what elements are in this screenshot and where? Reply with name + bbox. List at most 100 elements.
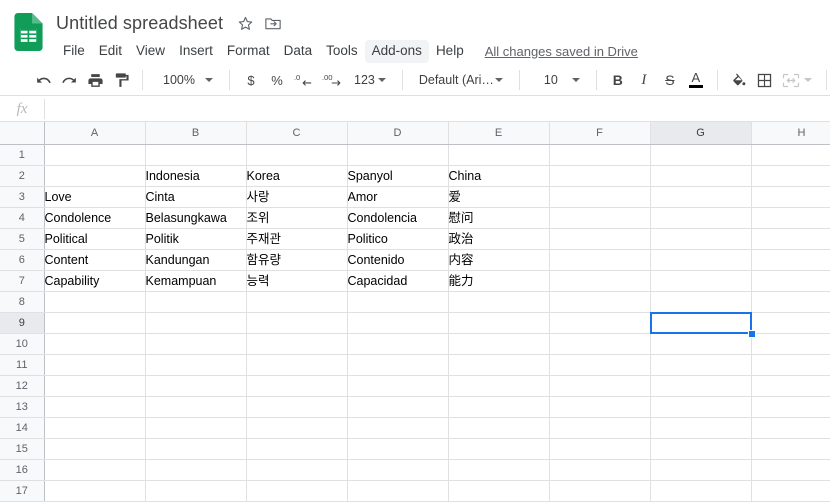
row-header-9[interactable]: 9 [0, 312, 44, 333]
cell-G8[interactable] [650, 291, 751, 312]
cell-G9[interactable] [650, 312, 751, 333]
cell-H10[interactable] [751, 333, 830, 354]
cell-A16[interactable] [44, 459, 145, 480]
cell-D2[interactable]: Spanyol [347, 165, 448, 186]
move-to-folder-icon[interactable] [261, 11, 285, 35]
cell-C5[interactable]: 주재관 [246, 228, 347, 249]
bold-button[interactable]: B [605, 67, 631, 93]
cell-D1[interactable] [347, 144, 448, 165]
text-color-button[interactable]: A [683, 67, 709, 93]
merge-cells-icon[interactable] [778, 67, 804, 93]
cell-D14[interactable] [347, 417, 448, 438]
zoom-select[interactable]: 100% [151, 67, 221, 93]
cell-C17[interactable] [246, 480, 347, 501]
cell-B9[interactable] [145, 312, 246, 333]
cell-A7[interactable]: Capability [44, 270, 145, 291]
cell-A8[interactable] [44, 291, 145, 312]
column-header-g[interactable]: G [650, 122, 751, 144]
cell-F1[interactable] [549, 144, 650, 165]
cell-A9[interactable] [44, 312, 145, 333]
cell-D16[interactable] [347, 459, 448, 480]
cell-F3[interactable] [549, 186, 650, 207]
row-header-10[interactable]: 10 [0, 333, 44, 354]
cell-B16[interactable] [145, 459, 246, 480]
cell-H5[interactable] [751, 228, 830, 249]
font-size-select[interactable]: 10 [528, 67, 588, 93]
cell-E3[interactable]: 爱 [448, 186, 549, 207]
fill-handle[interactable] [748, 330, 756, 338]
cell-H8[interactable] [751, 291, 830, 312]
cell-H1[interactable] [751, 144, 830, 165]
percent-format-button[interactable]: % [264, 67, 290, 93]
cell-E15[interactable] [448, 438, 549, 459]
cell-H4[interactable] [751, 207, 830, 228]
menu-item-edit[interactable]: Edit [92, 40, 129, 63]
cell-G14[interactable] [650, 417, 751, 438]
merge-cells-dropdown[interactable] [804, 67, 818, 93]
cell-A4[interactable]: Condolence [44, 207, 145, 228]
row-header-2[interactable]: 2 [0, 165, 44, 186]
cell-B17[interactable] [145, 480, 246, 501]
cell-G1[interactable] [650, 144, 751, 165]
cell-G17[interactable] [650, 480, 751, 501]
cell-H2[interactable] [751, 165, 830, 186]
cell-G3[interactable] [650, 186, 751, 207]
menu-item-file[interactable]: File [56, 40, 92, 63]
cell-E8[interactable] [448, 291, 549, 312]
formula-input[interactable] [45, 96, 830, 122]
cell-A15[interactable] [44, 438, 145, 459]
cell-G16[interactable] [650, 459, 751, 480]
cell-C2[interactable]: Korea [246, 165, 347, 186]
cell-D8[interactable] [347, 291, 448, 312]
row-header-17[interactable]: 17 [0, 480, 44, 501]
row-header-16[interactable]: 16 [0, 459, 44, 480]
cell-B6[interactable]: Kandungan [145, 249, 246, 270]
cell-C9[interactable] [246, 312, 347, 333]
italic-button[interactable]: I [631, 67, 657, 93]
cell-D4[interactable]: Condolencia [347, 207, 448, 228]
fill-color-icon[interactable] [726, 67, 752, 93]
column-header-a[interactable]: A [44, 122, 145, 144]
cell-H7[interactable] [751, 270, 830, 291]
cell-E13[interactable] [448, 396, 549, 417]
cell-E1[interactable] [448, 144, 549, 165]
cell-E2[interactable]: China [448, 165, 549, 186]
cell-H3[interactable] [751, 186, 830, 207]
cell-A1[interactable] [44, 144, 145, 165]
cell-F7[interactable] [549, 270, 650, 291]
cell-F13[interactable] [549, 396, 650, 417]
cell-B3[interactable]: Cinta [145, 186, 246, 207]
column-header-c[interactable]: C [246, 122, 347, 144]
cell-E9[interactable] [448, 312, 549, 333]
cell-C10[interactable] [246, 333, 347, 354]
cell-A5[interactable]: Political [44, 228, 145, 249]
cell-G2[interactable] [650, 165, 751, 186]
row-header-12[interactable]: 12 [0, 375, 44, 396]
currency-format-button[interactable]: $ [238, 67, 264, 93]
cell-C15[interactable] [246, 438, 347, 459]
cell-F15[interactable] [549, 438, 650, 459]
column-header-d[interactable]: D [347, 122, 448, 144]
cell-G10[interactable] [650, 333, 751, 354]
save-status-link[interactable]: All changes saved in Drive [485, 44, 638, 59]
cell-G13[interactable] [650, 396, 751, 417]
cell-G11[interactable] [650, 354, 751, 375]
menu-item-tools[interactable]: Tools [319, 40, 365, 63]
cell-C7[interactable]: 능력 [246, 270, 347, 291]
cell-C13[interactable] [246, 396, 347, 417]
cell-H15[interactable] [751, 438, 830, 459]
cell-E4[interactable]: 慰问 [448, 207, 549, 228]
cell-G7[interactable] [650, 270, 751, 291]
cell-D12[interactable] [347, 375, 448, 396]
cell-D15[interactable] [347, 438, 448, 459]
redo-icon[interactable] [56, 67, 82, 93]
row-header-4[interactable]: 4 [0, 207, 44, 228]
cell-G12[interactable] [650, 375, 751, 396]
row-header-13[interactable]: 13 [0, 396, 44, 417]
cell-H17[interactable] [751, 480, 830, 501]
cell-D6[interactable]: Contenido [347, 249, 448, 270]
cell-C4[interactable]: 조위 [246, 207, 347, 228]
cell-B15[interactable] [145, 438, 246, 459]
cell-A6[interactable]: Content [44, 249, 145, 270]
cell-D17[interactable] [347, 480, 448, 501]
